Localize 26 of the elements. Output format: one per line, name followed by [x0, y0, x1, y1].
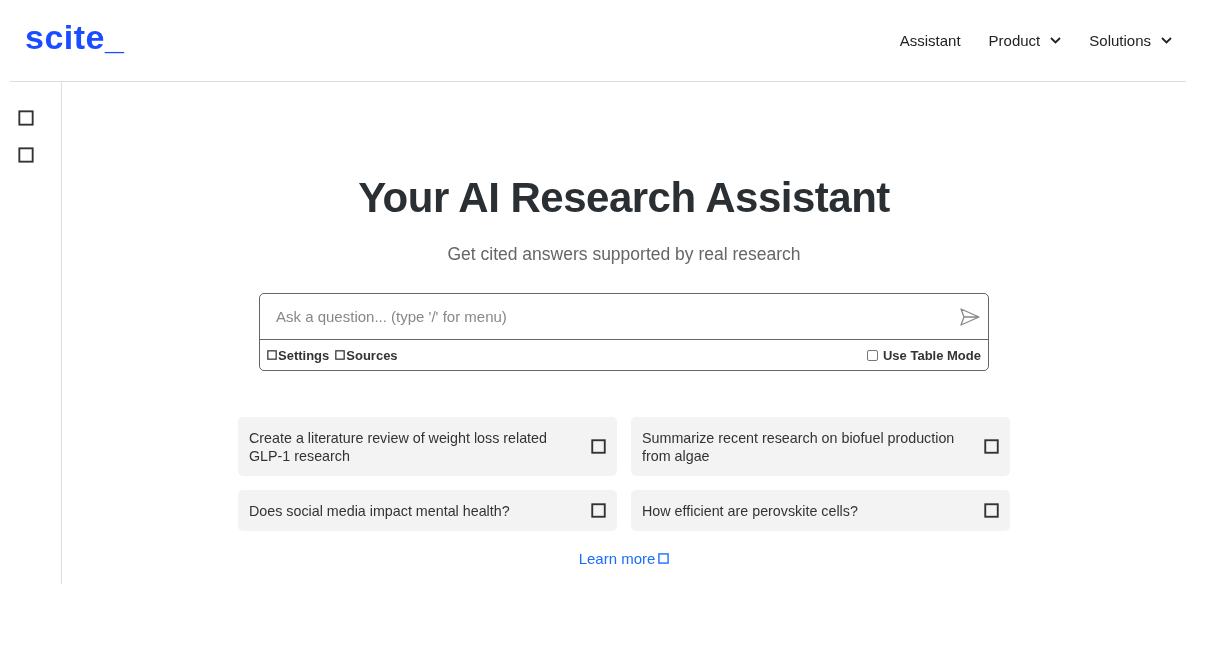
square-icon	[591, 503, 606, 518]
option-button[interactable]: Settings	[267, 347, 330, 363]
send-icon[interactable]	[960, 307, 980, 326]
prompt-card[interactable]: Summarize recent research on biofuel production from algae	[631, 417, 1010, 476]
scite-logo[interactable]: scite_	[25, 18, 125, 63]
table-mode-checkbox[interactable]: Use Table Mode	[867, 347, 981, 363]
option-button[interactable]: Sources	[335, 347, 398, 363]
nav-link[interactable]: Solutions	[1089, 32, 1172, 49]
nav-link[interactable]: Assistant	[899, 32, 961, 49]
sidebar-icon[interactable]	[18, 147, 34, 163]
prompt-card[interactable]: Create a literature review of weight loss related GLP-1 research	[238, 417, 617, 476]
external-link-icon	[658, 553, 670, 564]
chevron-down-icon	[1050, 37, 1062, 44]
prompt-card[interactable]: Does social media impact mental health?	[238, 490, 617, 531]
square-icon	[335, 350, 346, 360]
page-subtitle: Get cited answers supported by real research	[447, 244, 801, 265]
square-icon	[267, 350, 277, 360]
sidebar-icon[interactable]	[18, 110, 34, 126]
square-icon	[984, 503, 999, 518]
square-icon	[591, 439, 606, 454]
page-title: Your AI Research Assistant	[358, 174, 890, 222]
nav-link[interactable]: Product	[988, 32, 1062, 49]
prompt-card[interactable]: How efficient are perovskite cells?	[631, 490, 1010, 531]
chevron-down-icon	[1161, 37, 1172, 44]
square-icon	[984, 439, 999, 454]
learn-more-link[interactable]: Learn more	[578, 550, 670, 567]
